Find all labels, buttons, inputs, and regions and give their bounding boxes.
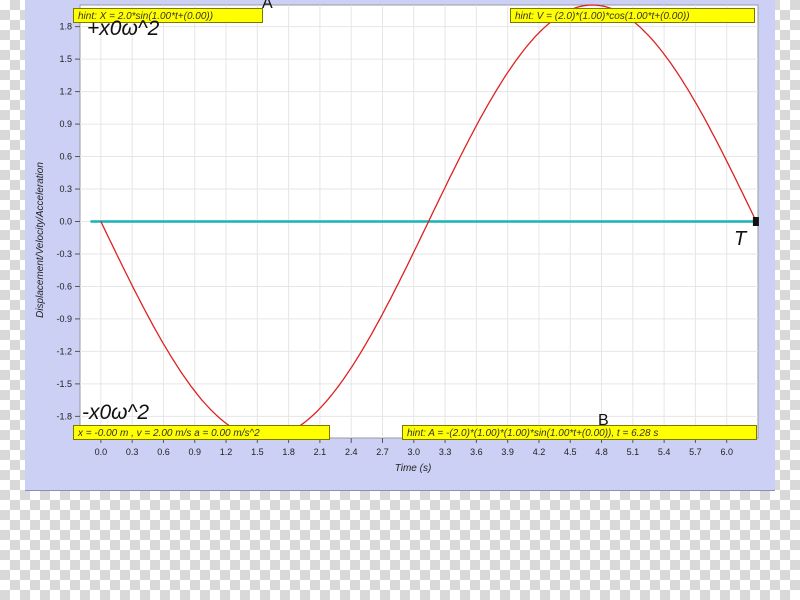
- end-marker[interactable]: [752, 217, 759, 226]
- y-tick-label: 1.2: [59, 87, 72, 97]
- x-tick-label: 6.0: [720, 447, 733, 457]
- x-axis-ticks: 0.0 0.3 0.6 0.9 1.2 1.5 1.8 2.1 2.4 2.7 3.0 3.3 3.6 3…: [95, 438, 733, 457]
- y-axis-ticks: 1.8 1.5 1.2 0.9 0.6 0.3 0.0 -0.3 -0.6 -0.9 -1.2 -1.…: [56, 22, 80, 421]
- x-tick-label: 0.3: [126, 447, 139, 457]
- y-tick-label: -0.3: [56, 249, 72, 259]
- label-point-a: A: [262, 0, 273, 12]
- y-tick-label: 0.0: [59, 217, 72, 227]
- y-tick-label: -0.9: [56, 314, 72, 324]
- x-tick-label: 4.8: [595, 447, 608, 457]
- x-tick-label: 1.5: [251, 447, 264, 457]
- label-point-t: T: [734, 228, 747, 250]
- x-tick-label: 5.1: [627, 447, 640, 457]
- x-tick-label: 0.9: [188, 447, 201, 457]
- y-tick-label: -1.5: [56, 379, 72, 389]
- x-tick-label: 0.6: [157, 447, 170, 457]
- label-bottom-amplitude: -x0ω^2: [82, 401, 150, 424]
- x-tick-label: 2.7: [376, 447, 389, 457]
- y-tick-label: 0.3: [59, 184, 72, 194]
- label-top-amplitude: +x0ω^2: [87, 17, 160, 40]
- label-point-b: B: [598, 412, 609, 429]
- x-tick-label: 3.3: [439, 447, 452, 457]
- x-tick-label: 4.5: [564, 447, 577, 457]
- hint-acceleration: hint: A = -(2.0)*(1.00)*(1.00)*sin(1.00*…: [402, 425, 757, 440]
- readout-state: x = -0.00 m , v = 2.00 m/s a = 0.00 m/s^…: [73, 425, 330, 440]
- x-tick-label: 1.2: [220, 447, 233, 457]
- y-tick-label: -0.6: [56, 281, 72, 291]
- y-tick-label: -1.2: [56, 346, 72, 356]
- x-tick-label: 0.0: [95, 447, 108, 457]
- simulation-panel: 1.8 1.5 1.2 0.9 0.6 0.3 0.0 -0.3 -0.6 -0.9 -1.2 -1.…: [25, 0, 775, 491]
- y-axis-title: Displacement/Velocity/Acceleration: [35, 162, 46, 318]
- x-tick-label: 2.1: [314, 447, 327, 457]
- x-tick-label: 3.9: [501, 447, 514, 457]
- x-tick-label: 1.8: [282, 447, 295, 457]
- y-tick-label: 0.9: [59, 119, 72, 129]
- x-tick-label: 3.0: [408, 447, 421, 457]
- x-tick-label: 5.4: [658, 447, 671, 457]
- y-tick-label: 0.6: [59, 152, 72, 162]
- y-tick-label: 1.5: [59, 54, 72, 64]
- x-tick-label: 2.4: [345, 447, 358, 457]
- x-tick-label: 4.2: [533, 447, 546, 457]
- y-tick-label: 1.8: [59, 22, 72, 32]
- y-tick-label: -1.8: [56, 411, 72, 421]
- x-tick-label: 3.6: [470, 447, 483, 457]
- x-axis-title: Time (s): [395, 463, 432, 474]
- x-tick-label: 5.7: [689, 447, 702, 457]
- hint-velocity: hint: V = (2.0)*(1.00)*cos(1.00*t+(0.00)…: [510, 8, 755, 23]
